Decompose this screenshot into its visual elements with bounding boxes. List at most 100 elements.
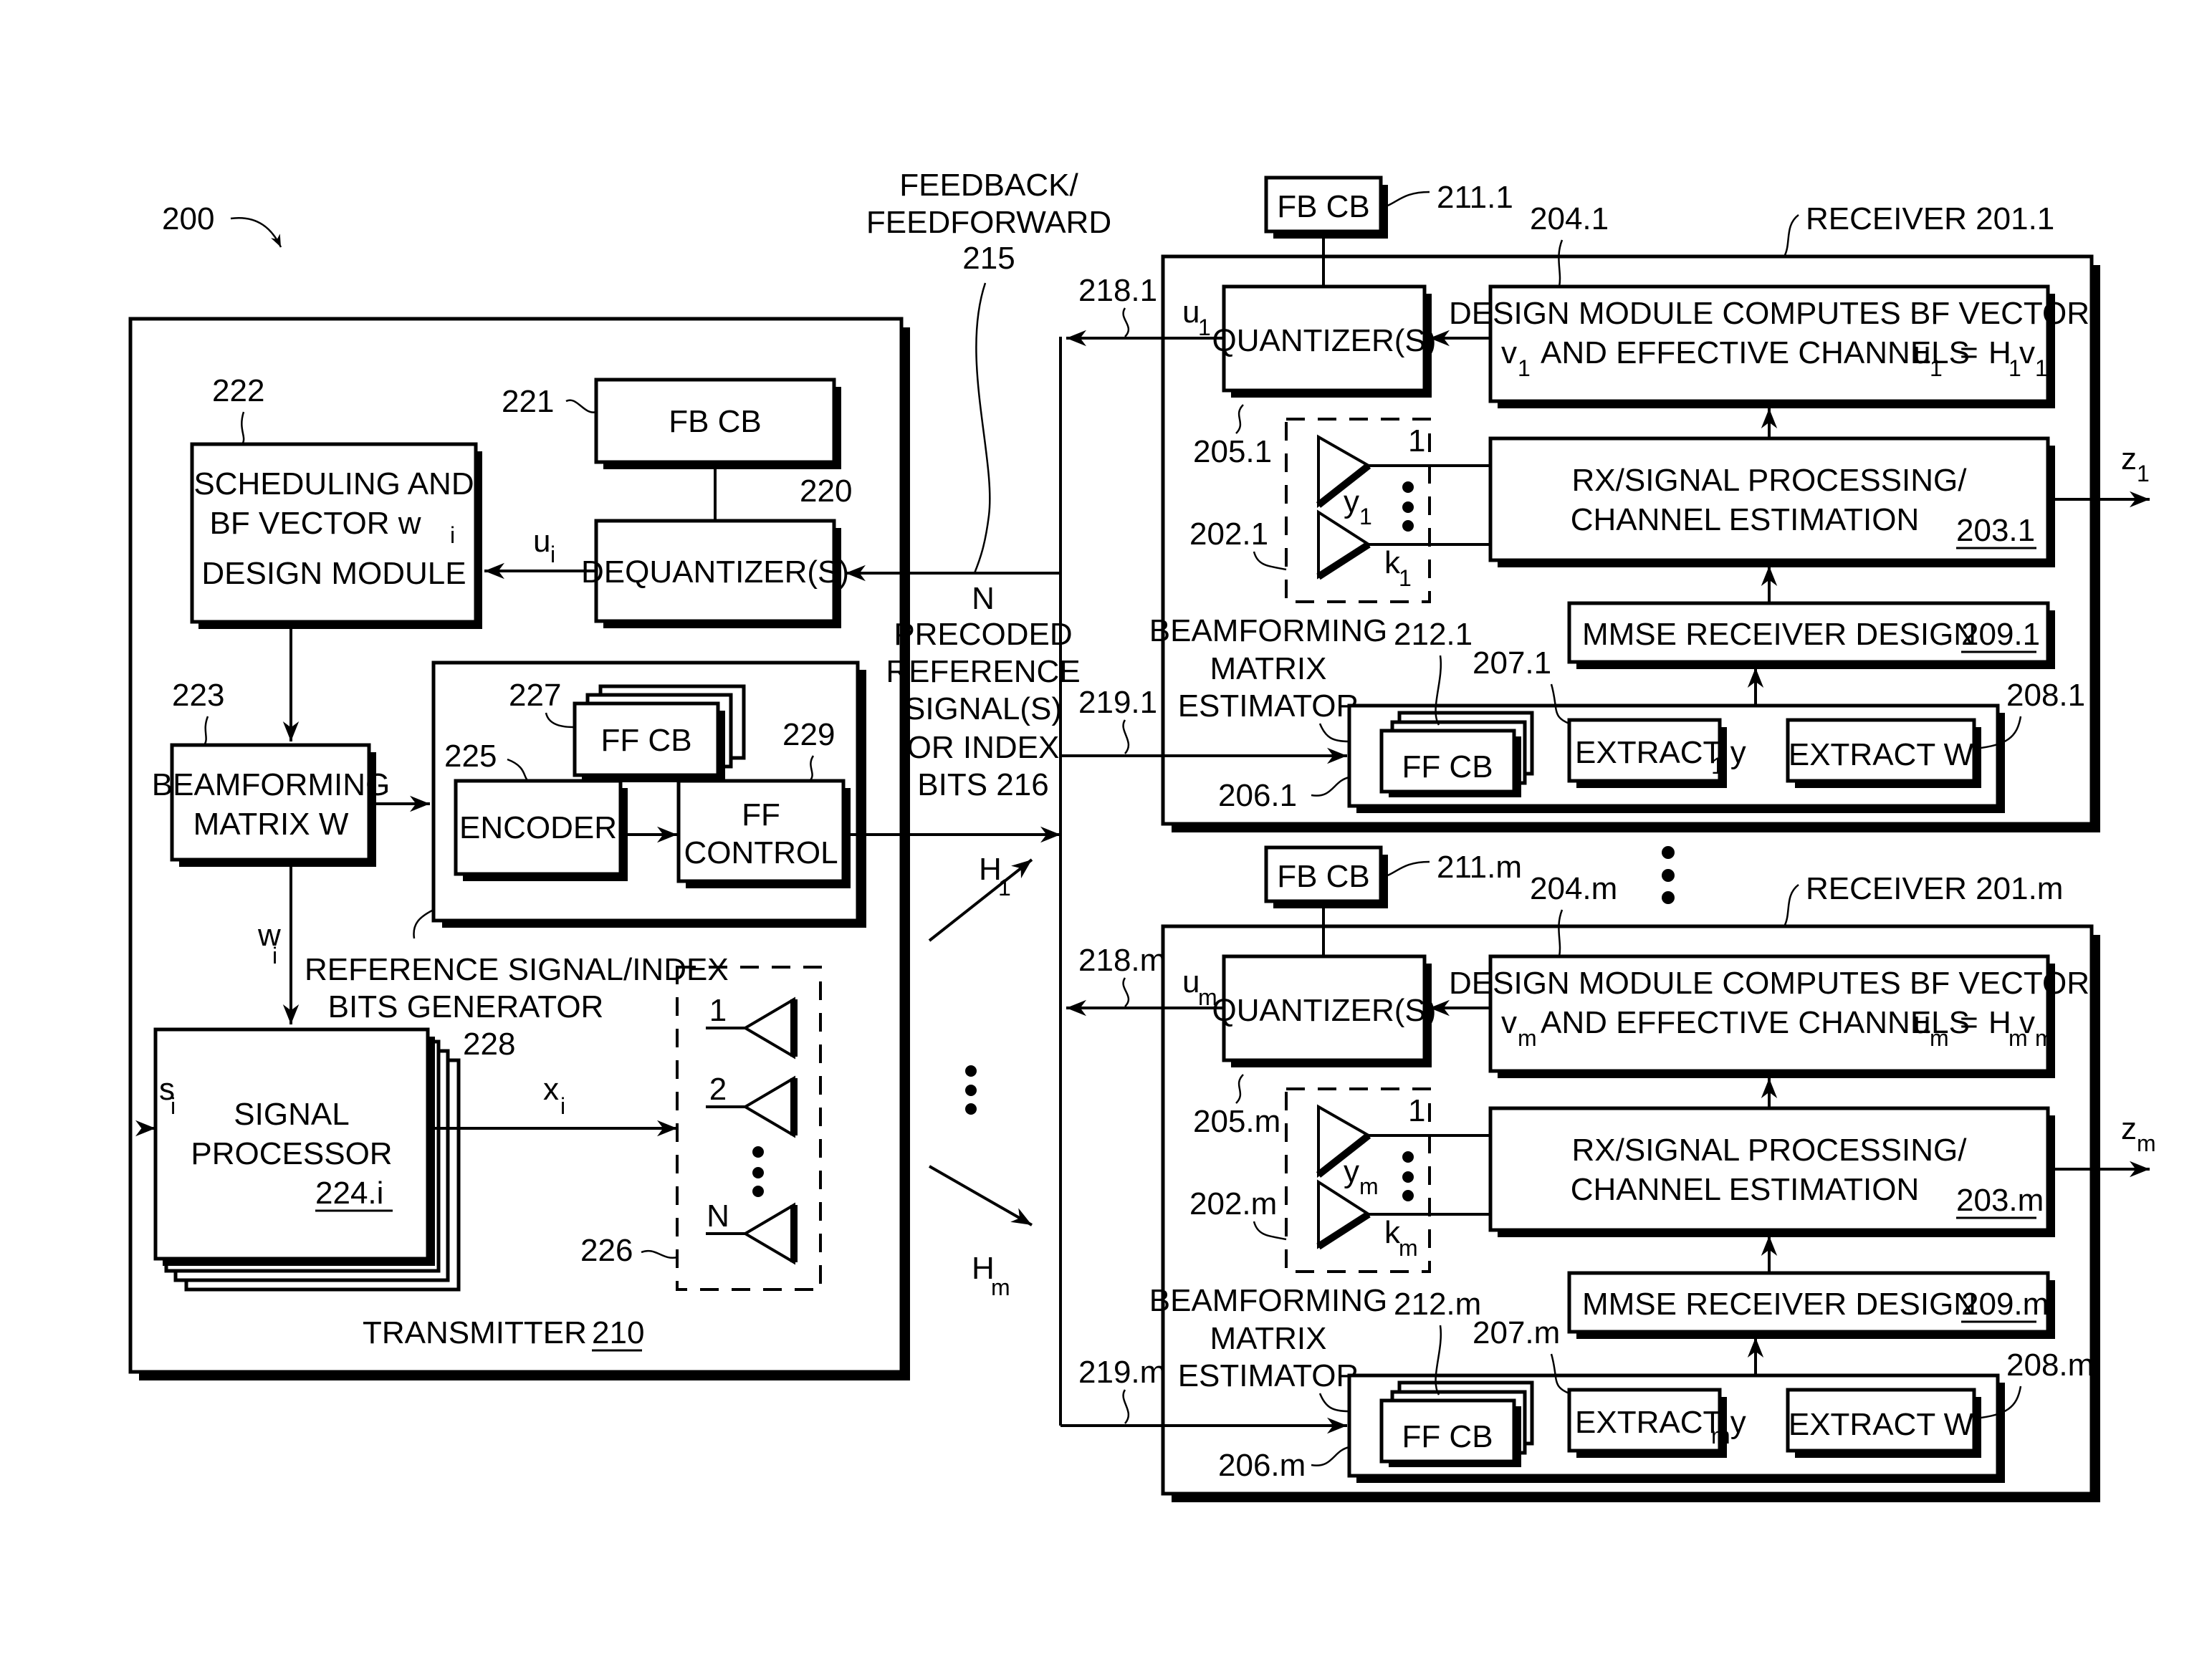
xi-label: x: [543, 1072, 559, 1107]
svg-text:i: i: [550, 542, 555, 567]
extract-w-ref: 208.1: [2006, 678, 2085, 713]
feedforward-ref: 219.m: [1078, 1355, 1166, 1390]
y-label: y: [1344, 484, 1359, 519]
precoded-line-6: BITS 216: [917, 767, 1048, 802]
svg-text:m: m: [1930, 1025, 1949, 1051]
precoded-line-2: PRECODED: [894, 617, 1072, 652]
hm-arrow: [929, 1165, 1033, 1226]
svg-text:m: m: [1359, 1173, 1379, 1199]
channel-dots: [965, 1065, 977, 1115]
beamforming-matrix-block[interactable]: [170, 743, 371, 862]
tx-antenna-dots: [752, 1146, 764, 1197]
rx-ref: 203.1: [1956, 513, 2035, 548]
channel-ref: 215: [962, 241, 1015, 276]
rx-ffcb-label: FF CB: [1402, 749, 1493, 784]
ffcontrol-line-1: FF: [742, 797, 780, 832]
svg-text:m: m: [1399, 1235, 1418, 1261]
rx-fbcb-label: FB CB: [1277, 859, 1370, 894]
amp-ref-bottom: 202.m: [1189, 1186, 1277, 1221]
svg-text:m: m: [991, 1274, 1010, 1300]
svg-text:m: m: [1198, 984, 1217, 1010]
estimator-line-2: MATRIX: [1210, 1321, 1327, 1356]
feedback-ref: 218.m: [1078, 943, 1166, 978]
precoded-line-4: SIGNAL(S): [904, 691, 1062, 726]
ffcontrol-ref: 229: [782, 717, 835, 752]
amp-ref-top: 205.m: [1193, 1104, 1280, 1139]
rx-ref: 203.m: [1956, 1183, 2044, 1218]
transmitter-block: TRANSMITTER 210 222 SCHEDULING AND BF VE…: [128, 317, 1060, 1380]
svg-text:1: 1: [1359, 504, 1372, 529]
rx-line-2: CHANNEL ESTIMATION: [1571, 1172, 1920, 1207]
design-ref: 204.1: [1530, 201, 1609, 236]
rx-fbcb-ref: 211.m: [1437, 850, 1522, 885]
estimator-line-3: ESTIMATOR: [1178, 688, 1359, 724]
beamforming-ref: 223: [172, 678, 224, 713]
svg-text:1: 1: [1399, 565, 1412, 591]
svg-text:u: u: [1913, 1005, 1930, 1040]
beamforming-line-2: MATRIX W: [193, 807, 349, 842]
amp-top-label: 1: [1408, 1093, 1425, 1128]
estimator-line-3: ESTIMATOR: [1178, 1358, 1359, 1393]
y-label: y: [1344, 1154, 1359, 1189]
receiver-dots: [1662, 846, 1675, 904]
design-ref: 204.m: [1530, 871, 1617, 906]
z-label: z: [2121, 441, 2137, 476]
amp-top-label: 1: [1408, 423, 1425, 458]
svg-text:=: =: [1960, 335, 1978, 370]
estimator-ref: 206.1: [1218, 778, 1297, 813]
svg-text:i: i: [171, 1093, 176, 1119]
design-line-2: AND EFFECTIVE CHANNELS: [1541, 335, 1970, 370]
estimator-line-1: BEAMFORMING: [1149, 1283, 1387, 1318]
receiver-label: RECEIVER 201.m: [1806, 871, 2063, 906]
rx-amplifier-dots: [1402, 481, 1414, 532]
encoder-ref: 225: [444, 739, 497, 774]
refgen-ref: 228: [463, 1027, 515, 1062]
svg-text:1: 1: [1930, 355, 1943, 381]
signal-processor-ref: 224.i: [315, 1176, 383, 1211]
transmitter-label: TRANSMITTER: [363, 1315, 587, 1350]
precoded-line-3: REFERENCE: [886, 654, 1080, 689]
svg-text:v: v: [2019, 1005, 2035, 1040]
svg-text:N: N: [707, 1199, 729, 1234]
rx-ffcb-ref: 212.1: [1394, 617, 1473, 652]
scheduling-line-3: DESIGN MODULE: [201, 556, 466, 591]
svg-text:1: 1: [998, 875, 1011, 900]
quantizer-label: QUANTIZER(S): [1212, 323, 1437, 358]
u-label: u: [1182, 964, 1200, 999]
design-line-2: AND EFFECTIVE CHANNELS: [1541, 1005, 1970, 1040]
tx-ffcb-ref: 227: [509, 678, 561, 713]
ffcontrol-line-2: CONTROL: [684, 835, 838, 870]
v-label: v: [1501, 335, 1517, 370]
svg-text:1: 1: [1198, 314, 1211, 340]
svg-text:=: =: [1960, 1005, 1978, 1040]
channel-label: FEEDBACK/FEEDFORWARD: [866, 168, 1111, 240]
svg-text:i: i: [272, 943, 277, 969]
svg-text:v: v: [2019, 335, 2035, 370]
receiver-1: RECEIVER 201.1 FB CB 211.1 QUANTIZER(S) …: [1060, 176, 2150, 832]
precoded-line-1: N: [972, 581, 995, 616]
tx-ffcb-label: FF CB: [600, 723, 691, 758]
ui-label: u: [533, 524, 550, 559]
svg-text:i: i: [560, 1093, 565, 1119]
encoder-label: ENCODER: [459, 810, 617, 845]
svg-text:m: m: [2137, 1130, 2156, 1156]
svg-text:1: 1: [2035, 355, 2048, 381]
receiver-label: RECEIVER 201.1: [1806, 201, 2054, 236]
precoded-line-5: OR INDEX: [907, 730, 1060, 765]
scheduling-line-1: SCHEDULING AND: [193, 466, 474, 501]
estimator-ref: 206.m: [1218, 1448, 1306, 1483]
svg-text:m: m: [1518, 1025, 1537, 1051]
rx-fbcb-label: FB CB: [1277, 189, 1370, 224]
amp-ref-bottom: 202.1: [1189, 517, 1268, 552]
design-line-1: DESIGN MODULE COMPUTES BF VECTOR: [1449, 966, 2089, 1001]
mmse-ref: 209.m: [1961, 1287, 2049, 1322]
mmse-ref: 209.1: [1961, 617, 2040, 652]
feedback-ref: 218.1: [1078, 273, 1157, 308]
z-label: z: [2121, 1111, 2137, 1146]
svg-text:m: m: [1711, 1423, 1730, 1449]
tx-fbcb-label: FB CB: [669, 404, 762, 439]
refgen-line-2: BITS GENERATOR: [328, 989, 604, 1024]
mmse-label: MMSE RECEIVER DESIGN: [1582, 1287, 1976, 1322]
rx-line-2: CHANNEL ESTIMATION: [1571, 502, 1920, 537]
extract-w-label: EXTRACT W: [1789, 1407, 1974, 1442]
